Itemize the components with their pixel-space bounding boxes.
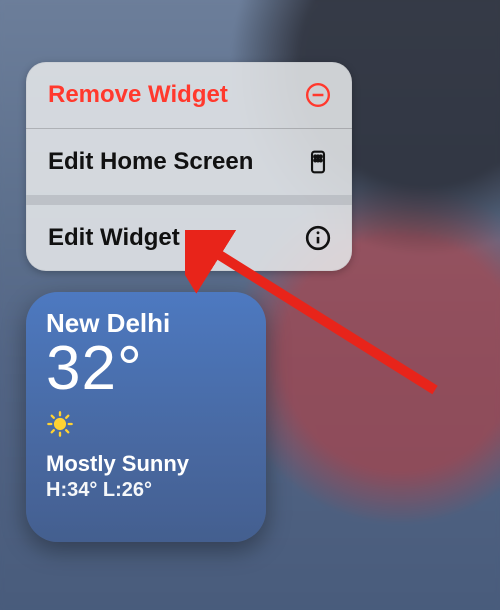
info-circle-icon [304, 224, 332, 252]
edit-home-screen-label: Edit Home Screen [48, 148, 253, 176]
weather-condition: Mostly Sunny [46, 451, 246, 477]
remove-widget-label: Remove Widget [48, 81, 228, 109]
remove-circle-icon [304, 81, 332, 109]
sun-icon [46, 410, 246, 443]
remove-widget-item[interactable]: Remove Widget [26, 62, 352, 128]
edit-widget-item[interactable]: Edit Widget [26, 205, 352, 271]
home-screen-blurred: Remove Widget Edit Home Screen [0, 0, 500, 610]
menu-section-gap [26, 195, 352, 205]
edit-widget-label: Edit Widget [48, 224, 180, 252]
edit-home-screen-item[interactable]: Edit Home Screen [26, 129, 352, 195]
apps-grid-icon [304, 148, 332, 176]
widget-context-menu: Remove Widget Edit Home Screen [26, 62, 352, 271]
weather-high-low: H:34° L:26° [46, 479, 246, 502]
weather-widget[interactable]: New Delhi 32° Mostly Sunny H:34° L:26° [26, 292, 266, 542]
weather-temperature: 32° [46, 333, 246, 404]
